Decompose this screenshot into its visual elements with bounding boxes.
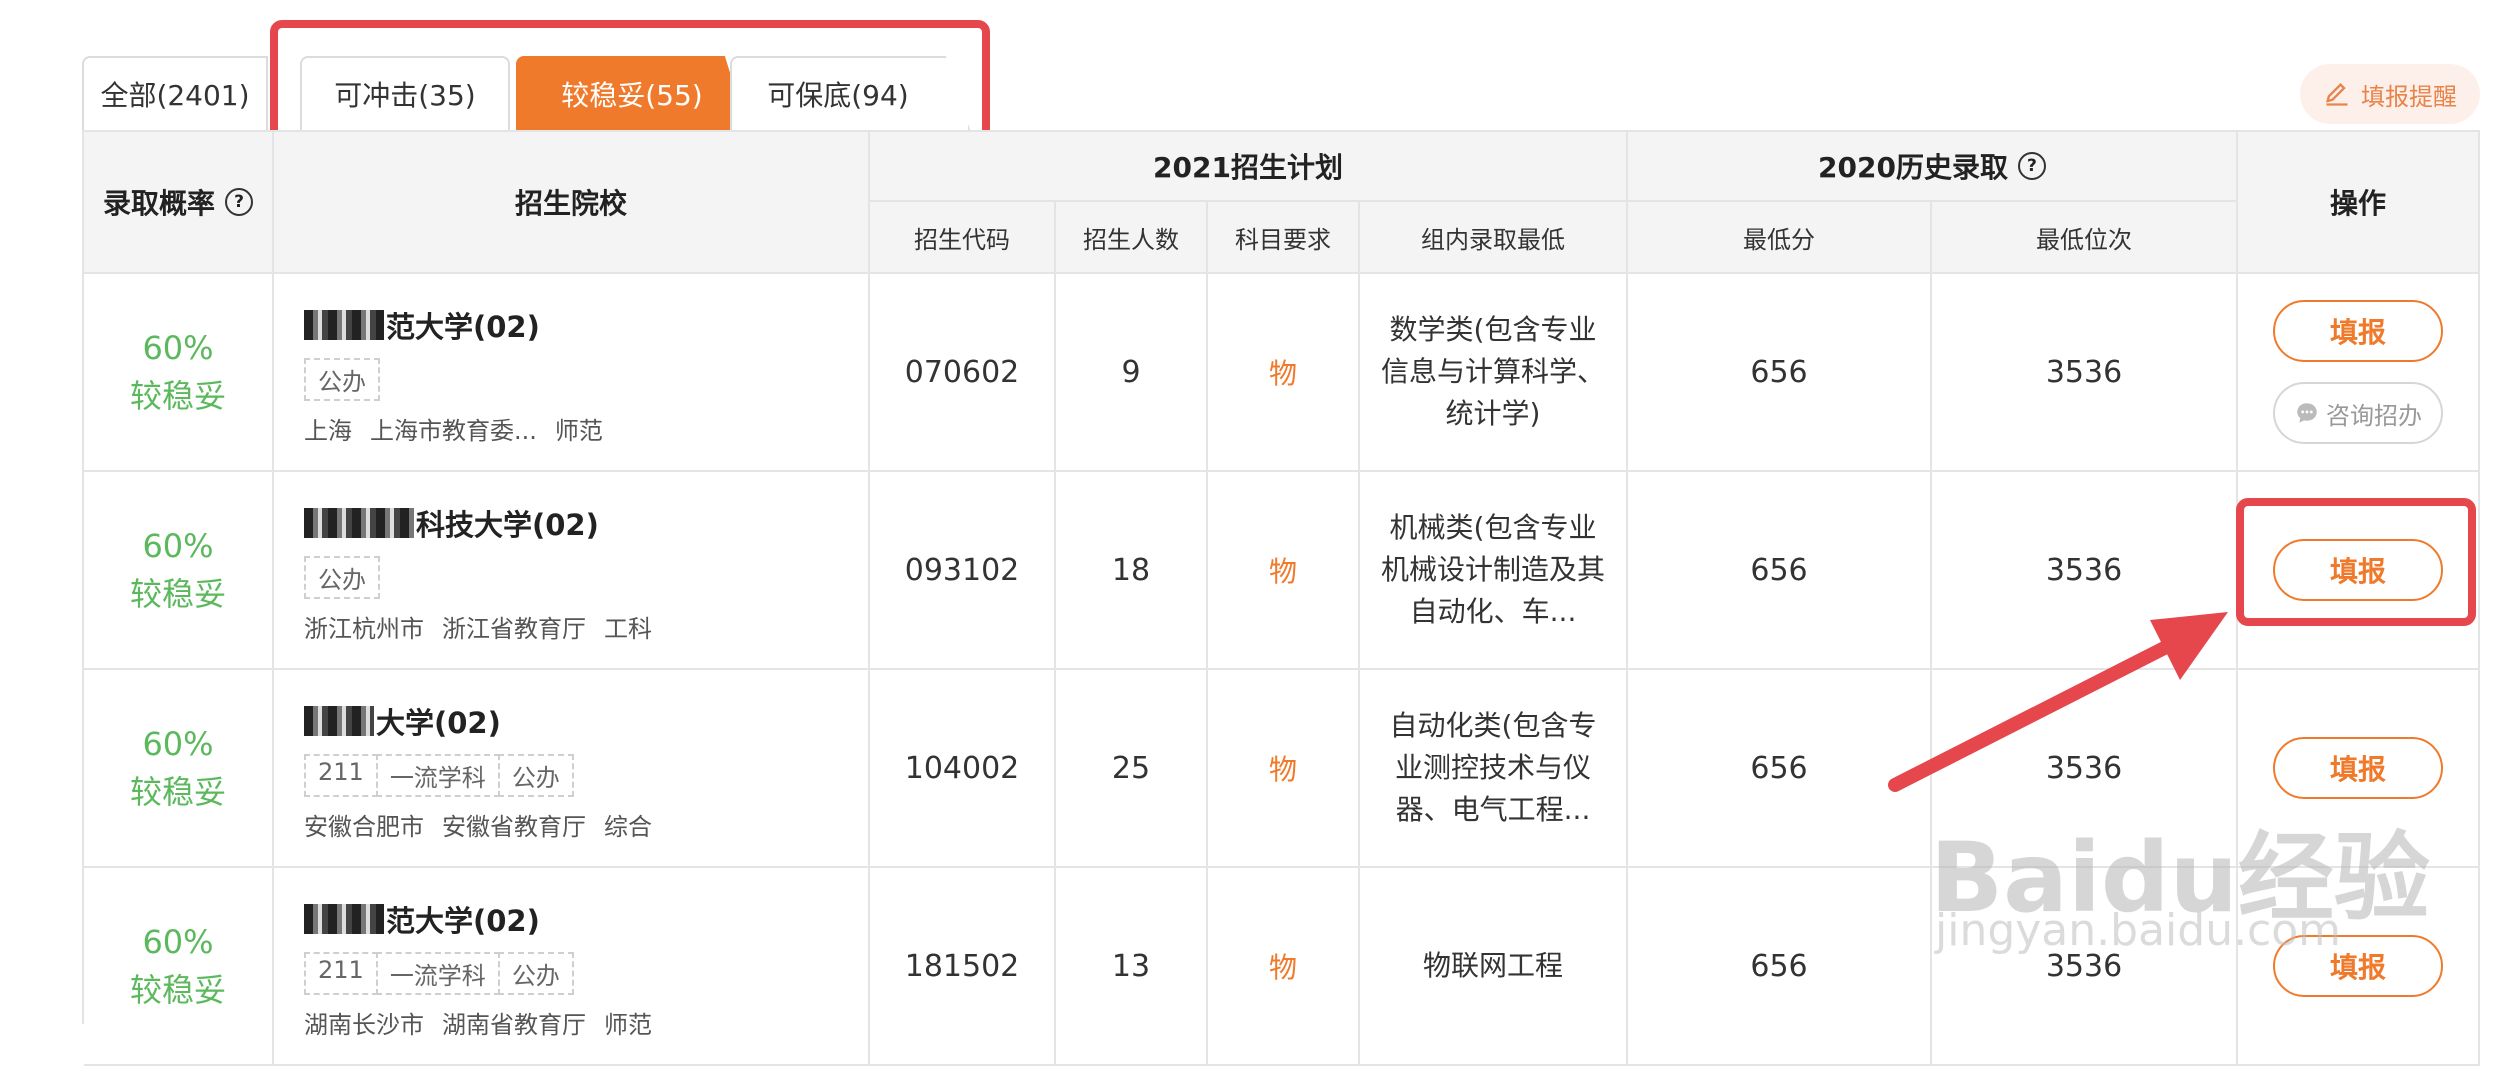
watermark-url: jingyan.baidu.com — [1935, 905, 2342, 956]
